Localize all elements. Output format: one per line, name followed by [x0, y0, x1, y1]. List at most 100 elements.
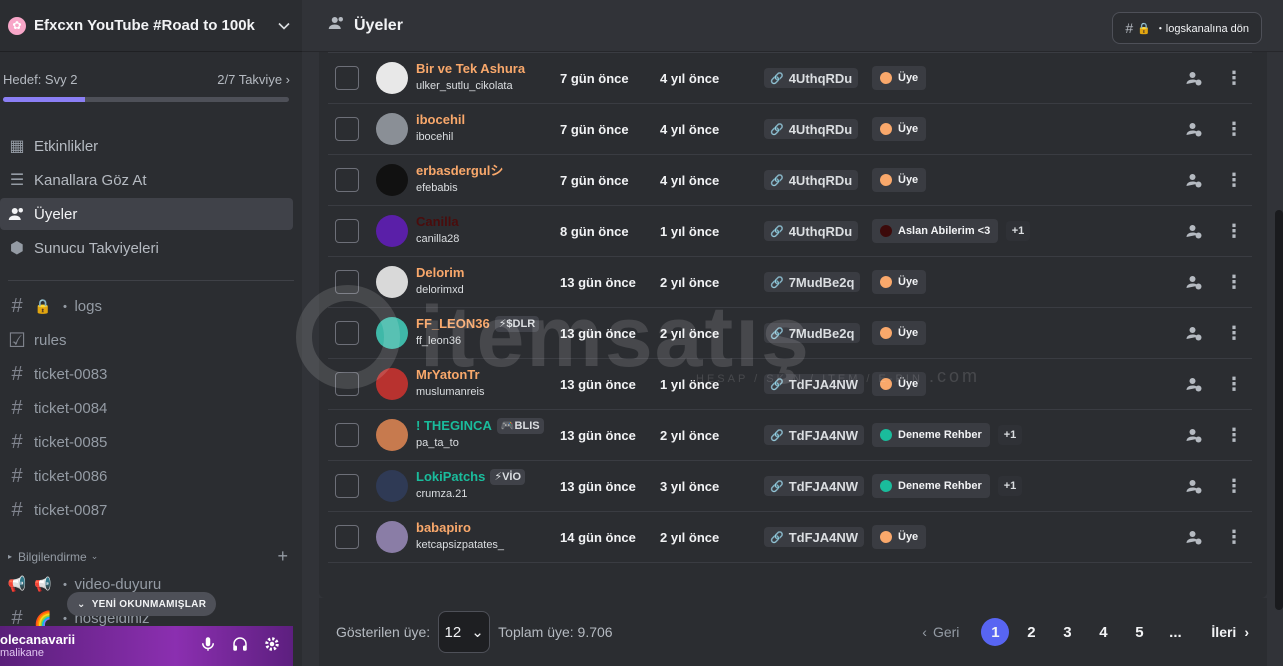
- settings-gear-icon[interactable]: [263, 635, 281, 658]
- member-display-name[interactable]: MrYatonTr: [416, 367, 484, 383]
- channel-ticket-0083[interactable]: # ticket-0083: [0, 358, 293, 390]
- avatar[interactable]: [376, 266, 408, 298]
- member-display-name[interactable]: LokiPatchs ⚡VİO: [416, 469, 526, 485]
- invite-code[interactable]: 🔗4UthqRDu: [764, 170, 859, 190]
- role-pill[interactable]: Üye: [872, 525, 927, 549]
- category-header[interactable]: ▸ Bilgilendirme ⌄ +: [8, 546, 288, 567]
- invite-code[interactable]: 🔗4UthqRDu: [764, 221, 859, 241]
- member-display-name[interactable]: ! THEGINCA 🎮BLIS: [416, 418, 544, 434]
- nav-events[interactable]: ▦ Etkinlikler: [0, 130, 293, 162]
- avatar[interactable]: [376, 368, 408, 400]
- channel-rules[interactable]: ☑ rules: [0, 324, 293, 356]
- role-pill[interactable]: Üye: [872, 168, 927, 192]
- row-checkbox[interactable]: [335, 117, 359, 141]
- member-profile-icon[interactable]: [1184, 476, 1204, 496]
- member-display-name[interactable]: babapiro: [416, 520, 504, 536]
- channel-ticket-0086[interactable]: # ticket-0086: [0, 460, 293, 492]
- role-pill[interactable]: Üye: [872, 270, 927, 294]
- role-pill[interactable]: Üye: [872, 321, 927, 345]
- back-to-logs-button[interactable]: # 🔒 ・logskanalına dön: [1112, 12, 1262, 44]
- row-checkbox[interactable]: [335, 321, 359, 345]
- member-profile-icon[interactable]: [1184, 425, 1204, 445]
- role-pill[interactable]: Deneme Rehber: [872, 423, 990, 447]
- per-page-select[interactable]: 12 ⌄: [438, 611, 491, 653]
- table-row[interactable]: Delorim delorimxd 13 gün önce 2 yıl önce…: [328, 257, 1252, 308]
- page-button[interactable]: 1: [977, 618, 1013, 646]
- table-row[interactable]: Bir ve Tek Ashura ulker_sutlu_cikolata 7…: [328, 53, 1252, 104]
- member-profile-icon[interactable]: [1184, 68, 1204, 88]
- invite-code[interactable]: 🔗 TdFJA4NW: [764, 425, 865, 445]
- invite-code[interactable]: 🔗4UthqRDu: [764, 119, 859, 139]
- row-checkbox[interactable]: [335, 474, 359, 498]
- row-checkbox[interactable]: [335, 270, 359, 294]
- avatar[interactable]: [376, 317, 408, 349]
- headphones-icon[interactable]: [231, 635, 249, 658]
- page-button[interactable]: 4: [1085, 618, 1121, 646]
- member-profile-icon[interactable]: [1184, 170, 1204, 190]
- member-profile-icon[interactable]: [1184, 527, 1204, 547]
- more-options-icon[interactable]: ⋮: [1224, 221, 1244, 241]
- member-profile-icon[interactable]: [1184, 272, 1204, 292]
- more-options-icon[interactable]: ⋮: [1224, 476, 1244, 496]
- member-display-name[interactable]: erbasdergulシ: [416, 163, 503, 179]
- member-profile-icon[interactable]: [1184, 374, 1204, 394]
- next-page-button[interactable]: İleri ›: [1211, 624, 1249, 640]
- invite-code[interactable]: 🔗4UthqRDu: [764, 68, 859, 88]
- avatar[interactable]: [376, 521, 408, 553]
- nav-server-boosts[interactable]: ⬢ Sunucu Takviyeleri: [0, 232, 293, 264]
- new-unreads-pill[interactable]: ⌄ YENİ OKUNMAMIŞLAR: [67, 592, 217, 616]
- member-display-name[interactable]: FF_LEON36 ⚡$DLR: [416, 316, 540, 332]
- avatar[interactable]: [376, 62, 408, 94]
- microphone-icon[interactable]: [199, 635, 217, 658]
- table-row[interactable]: ibocehil ibocehil 7 gün önce 4 yıl önce …: [328, 104, 1252, 155]
- member-display-name[interactable]: Bir ve Tek Ashura: [416, 61, 525, 77]
- member-profile-icon[interactable]: [1184, 221, 1204, 241]
- member-display-name[interactable]: Delorim: [416, 265, 464, 281]
- nav-browse-channels[interactable]: ☰ Kanallara Göz At: [0, 164, 293, 196]
- boost-goal[interactable]: Hedef: Svy 2 2/7 Takviye ›: [0, 52, 302, 112]
- nav-members[interactable]: Üyeler: [0, 198, 293, 230]
- avatar[interactable]: [376, 470, 408, 502]
- avatar[interactable]: [376, 113, 408, 145]
- more-options-icon[interactable]: ⋮: [1224, 527, 1244, 547]
- table-row[interactable]: MrYatonTr muslumanreis 13 gün önce 1 yıl…: [328, 359, 1252, 410]
- table-row[interactable]: Canilla canilla28 8 gün önce 1 yıl önce …: [328, 206, 1252, 257]
- row-checkbox[interactable]: [335, 168, 359, 192]
- invite-code[interactable]: 🔗 TdFJA4NW: [764, 527, 865, 547]
- channel-ticket-0087[interactable]: # ticket-0087: [0, 494, 293, 526]
- invite-code[interactable]: 🔗 TdFJA4NW: [764, 476, 865, 496]
- prev-page-button[interactable]: ‹ Geri: [922, 624, 959, 640]
- more-options-icon[interactable]: ⋮: [1224, 374, 1244, 394]
- row-checkbox[interactable]: [335, 372, 359, 396]
- role-pill[interactable]: Üye: [872, 66, 927, 90]
- invite-code[interactable]: 🔗 7MudBe2q: [764, 323, 861, 343]
- member-profile-icon[interactable]: [1184, 119, 1204, 139]
- table-row[interactable]: FF_LEON36 ⚡$DLR ff_leon36 13 gün önce 2 y…: [328, 308, 1252, 359]
- scrollbar[interactable]: [1275, 210, 1283, 610]
- channel-ticket-0085[interactable]: # ticket-0085: [0, 426, 293, 458]
- row-checkbox[interactable]: [335, 219, 359, 243]
- more-roles-badge[interactable]: +1: [998, 476, 1022, 496]
- more-options-icon[interactable]: ⋮: [1224, 425, 1244, 445]
- more-options-icon[interactable]: ⋮: [1224, 170, 1244, 190]
- row-checkbox[interactable]: [335, 525, 359, 549]
- member-profile-icon[interactable]: [1184, 323, 1204, 343]
- invite-code[interactable]: 🔗 7MudBe2q: [764, 272, 861, 292]
- role-pill[interactable]: Üye: [872, 372, 927, 396]
- more-roles-badge[interactable]: +1: [1006, 221, 1030, 241]
- page-button[interactable]: 5: [1121, 618, 1157, 646]
- more-options-icon[interactable]: ⋮: [1224, 323, 1244, 343]
- row-checkbox[interactable]: [335, 66, 359, 90]
- table-row[interactable]: babapiro ketcapsizpatates_ 14 gün önce 2…: [328, 512, 1252, 563]
- add-channel-icon[interactable]: +: [277, 546, 288, 567]
- member-display-name[interactable]: ibocehil: [416, 112, 465, 128]
- avatar[interactable]: [376, 419, 408, 451]
- role-pill[interactable]: Aslan Abilerim <3: [872, 219, 999, 243]
- role-pill[interactable]: Üye: [872, 117, 927, 141]
- more-options-icon[interactable]: ⋮: [1224, 119, 1244, 139]
- avatar[interactable]: [376, 164, 408, 196]
- role-pill[interactable]: Deneme Rehber: [872, 474, 990, 498]
- table-row[interactable]: ! THEGINCA 🎮BLIS pa_ta_to 13 gün önce 2 y…: [328, 410, 1252, 461]
- table-row[interactable]: erbasdergulシ efebabis 7 gün önce 4 yıl ö…: [328, 155, 1252, 206]
- row-checkbox[interactable]: [335, 423, 359, 447]
